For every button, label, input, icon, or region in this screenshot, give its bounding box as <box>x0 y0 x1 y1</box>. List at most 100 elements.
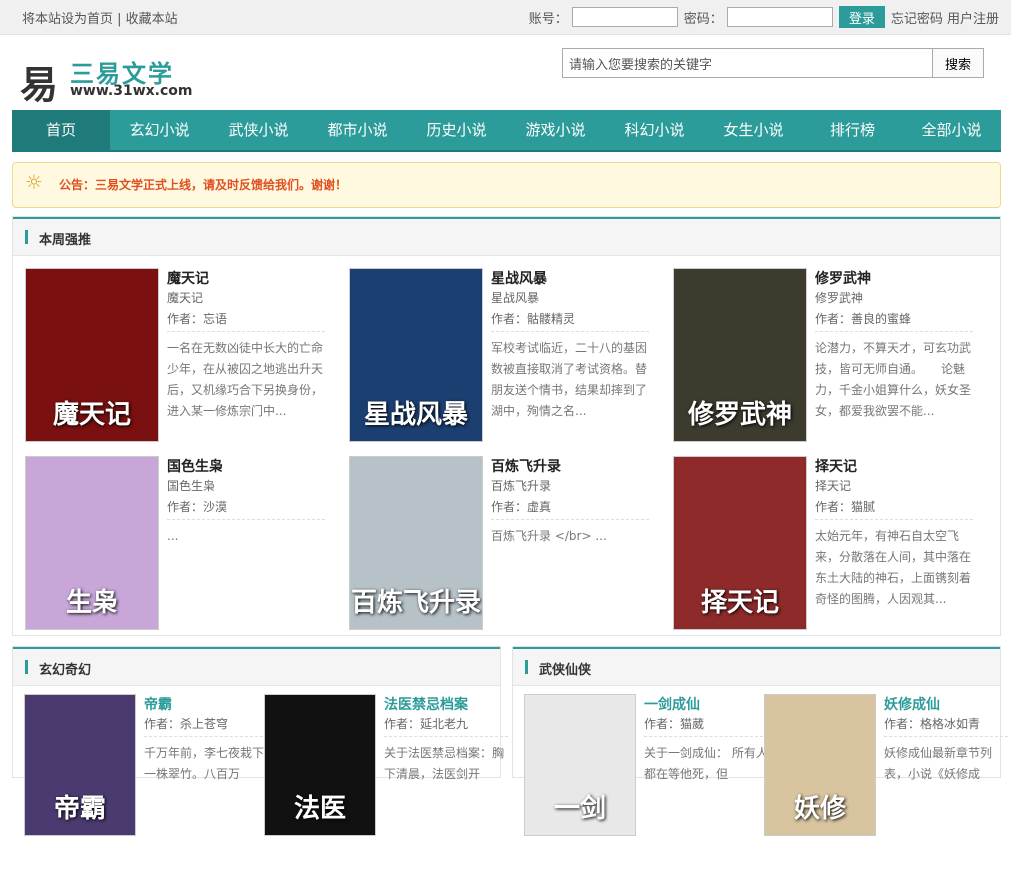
book-cover-image[interactable]: 法医 <box>264 694 376 836</box>
section-header: 玄幻奇幻 <box>13 647 500 686</box>
book-desc: 太始元年，有神石自太空飞来，分散落在人间，其中落在东土大陆的神石，上面镌刻着奇怪… <box>815 529 972 606</box>
book-cover-image[interactable]: 帝霸 <box>24 694 136 836</box>
book-cover-image[interactable]: 择天记 <box>673 456 807 630</box>
book-info: 妖修成仙 作者：格格冰如青 妖修成仙最新章节列表，小说《妖修成 <box>884 694 1008 785</box>
bookmark-link[interactable]: 收藏本站 <box>126 12 178 27</box>
book-card[interactable]: 生枭 国色生枭 国色生枭 作者：沙漠... <box>25 456 325 636</box>
book-info: 星战风暴 星战风暴 作者：骷髅精灵 军校考试临近，二十八的基因数被直接取消了考试资格。… <box>491 268 649 422</box>
book-info: 择天记 择天记 作者：猫腻 太始元年，有神石自太空飞来，分散落在人间，其中落在东土大陆… <box>815 456 973 610</box>
book-desc: 千万年前，李七夜栽下一株翠竹。八百万 <box>144 746 265 781</box>
book-cover-image[interactable]: 百炼飞升录 <box>349 456 483 630</box>
cover-title: 妖修 <box>793 794 846 824</box>
book-author: 作者：虚真 <box>491 498 649 520</box>
book-author: 作者：骷髅精灵 <box>491 310 649 332</box>
search-bar: 搜索 <box>562 48 984 78</box>
separator: | <box>113 12 126 27</box>
book-title[interactable]: 魔天记 <box>167 268 325 289</box>
book-info: 百炼飞升录 百炼飞升录 作者：虚真 百炼飞升录 </br> ... <box>491 456 649 547</box>
section-title: 玄幻奇幻 <box>39 663 92 678</box>
register-link[interactable]: 用户注册 <box>947 8 999 27</box>
login-form: 账号： 密码： 登录 忘记密码 用户注册 <box>529 6 999 28</box>
book-desc: 军校考试临近，二十八的基因数被直接取消了考试资格。替朋友送个情书，结果却摔到了湖… <box>491 341 648 418</box>
book-subtitle: 魔天记 <box>167 291 204 305</box>
book-title[interactable]: 星战风暴 <box>491 268 649 289</box>
nav-item-all[interactable]: 全部小说 <box>902 110 1001 150</box>
cover-title: 生枭 <box>65 588 118 618</box>
book-author: 作者：延北老九 <box>384 715 508 737</box>
nav-item-dushi[interactable]: 都市小说 <box>308 110 407 150</box>
book-subtitle: 星战风暴 <box>491 291 540 305</box>
book-info: 法医禁忌档案 作者：延北老九关于法医禁忌档案：胸下清晨，法医剑开 <box>384 694 508 785</box>
book-title[interactable]: 择天记 <box>815 456 973 477</box>
section-title: 本周强推 <box>39 233 92 248</box>
site-logo[interactable]: 易 三易文学 www.31wx.com <box>20 52 220 107</box>
book-title[interactable]: 帝霸 <box>144 694 268 715</box>
book-subtitle: 国色生枭 <box>167 479 216 493</box>
cover-title: 法医 <box>293 794 346 824</box>
search-button[interactable]: 搜索 <box>932 48 984 78</box>
account-input[interactable] <box>571 7 678 27</box>
section-header: 本周强推 <box>13 217 1000 256</box>
book-desc: 关于一剑成仙： 所有人都在等他死，但 <box>644 746 768 781</box>
forgot-password-link[interactable]: 忘记密码 <box>891 8 943 27</box>
book-card[interactable]: 百炼飞升录 百炼飞升录 百炼飞升录 作者：虚真 百炼飞升录 </br> ... <box>349 456 649 636</box>
search-input[interactable] <box>562 48 938 78</box>
book-cover-image[interactable]: 一剑 <box>524 694 636 836</box>
book-info: 国色生枭 国色生枭 作者：沙漠... <box>167 456 325 547</box>
book-cover-image[interactable]: 修罗武神 <box>673 268 807 442</box>
book-cover-image[interactable]: 生枭 <box>25 456 159 630</box>
cover-title: 一剑 <box>553 794 606 824</box>
nav-item-home[interactable]: 首页 <box>12 110 110 150</box>
top-bar: 将本站设为首页 | 收藏本站 账号： 密码： 登录 忘记密码 用户注册 <box>0 0 1011 35</box>
nav-item-wuxia[interactable]: 武侠小说 <box>209 110 308 150</box>
logo-glyph: 易 <box>20 62 59 107</box>
notice-banner: ☼ 公告：三易文学正式上线，请及时反馈给我们。谢谢！ <box>12 162 1001 208</box>
main-nav: 首页 玄幻小说 武侠小说 都市小说 历史小说 游戏小说 科幻小说 女生小说 排行… <box>12 110 1001 152</box>
notice-text: 公告：三易文学正式上线，请及时反馈给我们。谢谢！ <box>59 178 348 192</box>
book-title[interactable]: 百炼飞升录 <box>491 456 649 477</box>
book-desc: 关于法医禁忌档案：胸下清晨，法医剑开 <box>384 746 505 781</box>
lightbulb-icon: ☼ <box>25 170 43 194</box>
book-author: 作者：沙漠 <box>167 498 325 520</box>
book-card[interactable]: 妖修 妖修成仙 作者：格格冰如青 妖修成仙最新章节列表，小说《妖修成 <box>764 694 1024 874</box>
cover-title: 百炼飞升录 <box>350 588 481 618</box>
book-card[interactable]: 择天记 择天记 择天记 作者：猫腻 太始元年，有神石自太空飞来，分散落在人间，其中落在东… <box>673 456 973 636</box>
book-title[interactable]: 修罗武神 <box>815 268 973 289</box>
section-mark <box>25 230 28 244</box>
book-author: 作者：杀上苍穹 <box>144 715 268 737</box>
nav-item-kehuan[interactable]: 科幻小说 <box>605 110 704 150</box>
book-card[interactable]: 魔天记 魔天记 魔天记 作者：忘语 一名在无数凶徒中长大的亡命少年，在从被囚之地逃出升天… <box>25 268 325 448</box>
book-desc: 一名在无数凶徒中长大的亡命少年，在从被囚之地逃出升天后，又机缘巧合下另换身份，进… <box>167 341 324 418</box>
book-author: 作者：格格冰如青 <box>884 715 1008 737</box>
logo-url: www.31wx.com <box>70 83 193 99</box>
nav-item-nvsheng[interactable]: 女生小说 <box>704 110 803 150</box>
cover-title: 帝霸 <box>53 794 106 824</box>
password-label: 密码： <box>683 11 723 27</box>
book-title[interactable]: 一剑成仙 <box>644 694 768 715</box>
book-card[interactable]: 修罗武神 修罗武神 修罗武神 作者：善良的蜜蜂 论潜力，不算天才，可玄功武技，皆可无师自… <box>673 268 973 448</box>
nav-item-lishi[interactable]: 历史小说 <box>407 110 506 150</box>
book-desc: ... <box>167 529 179 543</box>
book-author: 作者：善良的蜜蜂 <box>815 310 973 332</box>
cover-title: 魔天记 <box>52 400 131 430</box>
book-cover-image[interactable]: 妖修 <box>764 694 876 836</box>
book-desc: 百炼飞升录 </br> ... <box>491 529 607 543</box>
nav-item-xuanhuan[interactable]: 玄幻小说 <box>110 110 209 150</box>
book-card[interactable]: 星战风暴 星战风暴 星战风暴 作者：骷髅精灵 军校考试临近，二十八的基因数被直接取消了考… <box>349 268 649 448</box>
top-links: 将本站设为首页 | 收藏本站 <box>22 8 178 27</box>
login-button[interactable]: 登录 <box>838 6 885 28</box>
book-card[interactable]: 法医 法医禁忌档案 作者：延北老九关于法医禁忌档案：胸下清晨，法医剑开 <box>264 694 564 874</box>
book-cover-image[interactable]: 魔天记 <box>25 268 159 442</box>
book-title[interactable]: 妖修成仙 <box>884 694 1008 715</box>
book-cover-image[interactable]: 星战风暴 <box>349 268 483 442</box>
section-title: 武侠仙侠 <box>539 663 592 678</box>
cover-title: 修罗武神 <box>687 400 792 430</box>
book-title[interactable]: 法医禁忌档案 <box>384 694 508 715</box>
cover-title: 星战风暴 <box>363 400 468 430</box>
book-title[interactable]: 国色生枭 <box>167 456 325 477</box>
set-homepage-link[interactable]: 将本站设为首页 <box>22 12 113 27</box>
nav-item-ranking[interactable]: 排行榜 <box>803 110 902 150</box>
password-input[interactable] <box>726 7 833 27</box>
nav-item-youxi[interactable]: 游戏小说 <box>506 110 605 150</box>
book-author: 作者：忘语 <box>167 310 325 332</box>
